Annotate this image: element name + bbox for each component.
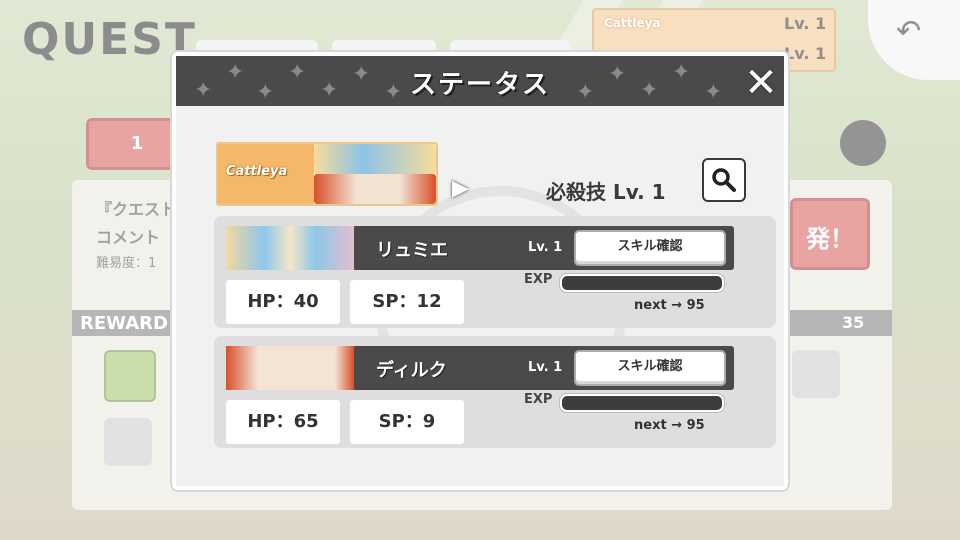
special-label: 必殺技 — [546, 180, 606, 204]
team-name: Cattleya — [226, 164, 288, 179]
character-status-card: リュミエ Lv. 1 スキル確認 HP：40 SP：12 EXP next → … — [214, 216, 776, 328]
hp-stat: HP：40 — [226, 280, 340, 324]
close-button[interactable]: ✕ — [742, 63, 780, 103]
character-header: リュミエ Lv. 1 スキル確認 — [226, 226, 734, 270]
close-icon: ✕ — [744, 60, 778, 106]
modal-body: Cattleya ▶ 必殺技 Lv. 1 リュミエ Lv. 1 スキル確認 HP… — [176, 106, 784, 486]
character-level: Lv. 1 — [528, 360, 563, 375]
character-header: ディルク Lv. 1 スキル確認 — [226, 346, 734, 390]
next-exp: next → 95 — [634, 418, 705, 433]
special-level: Lv. 1 — [612, 180, 666, 204]
hp-stat: HP：65 — [226, 400, 340, 444]
skill-check-button[interactable]: スキル確認 — [574, 230, 726, 266]
character-portrait — [226, 346, 354, 390]
exp-label: EXP — [524, 392, 553, 407]
team-card[interactable]: Cattleya — [216, 142, 438, 206]
team-portrait-dirk — [314, 174, 436, 204]
character-portrait — [226, 226, 354, 270]
modal-header: ✦ ✦ ✦ ✦ ✦ ✦ ✦ ✦ ✦ ✦ ✦ ✦ ステータス ✕ — [176, 56, 784, 106]
character-name: ディルク — [376, 360, 447, 381]
team-next-arrow-icon[interactable]: ▶ — [452, 176, 469, 201]
modal-title: ステータス — [409, 70, 550, 100]
status-modal: ✦ ✦ ✦ ✦ ✦ ✦ ✦ ✦ ✦ ✦ ✦ ✦ ステータス ✕ Cattleya… — [172, 52, 788, 490]
search-icon — [712, 168, 736, 192]
exp-bar — [560, 394, 724, 412]
character-level: Lv. 1 — [528, 240, 563, 255]
magnify-button[interactable] — [702, 158, 746, 202]
sp-stat: SP：9 — [350, 400, 464, 444]
sp-stat: SP：12 — [350, 280, 464, 324]
exp-bar — [560, 274, 724, 292]
team-portrait-lumie — [314, 144, 436, 174]
character-status-card: ディルク Lv. 1 スキル確認 HP：65 SP：9 EXP next → 9… — [214, 336, 776, 448]
character-name: リュミエ — [376, 240, 448, 261]
special-move: 必殺技 Lv. 1 — [546, 176, 666, 205]
next-exp: next → 95 — [634, 298, 705, 313]
exp-label: EXP — [524, 272, 553, 287]
skill-check-button[interactable]: スキル確認 — [574, 350, 726, 386]
